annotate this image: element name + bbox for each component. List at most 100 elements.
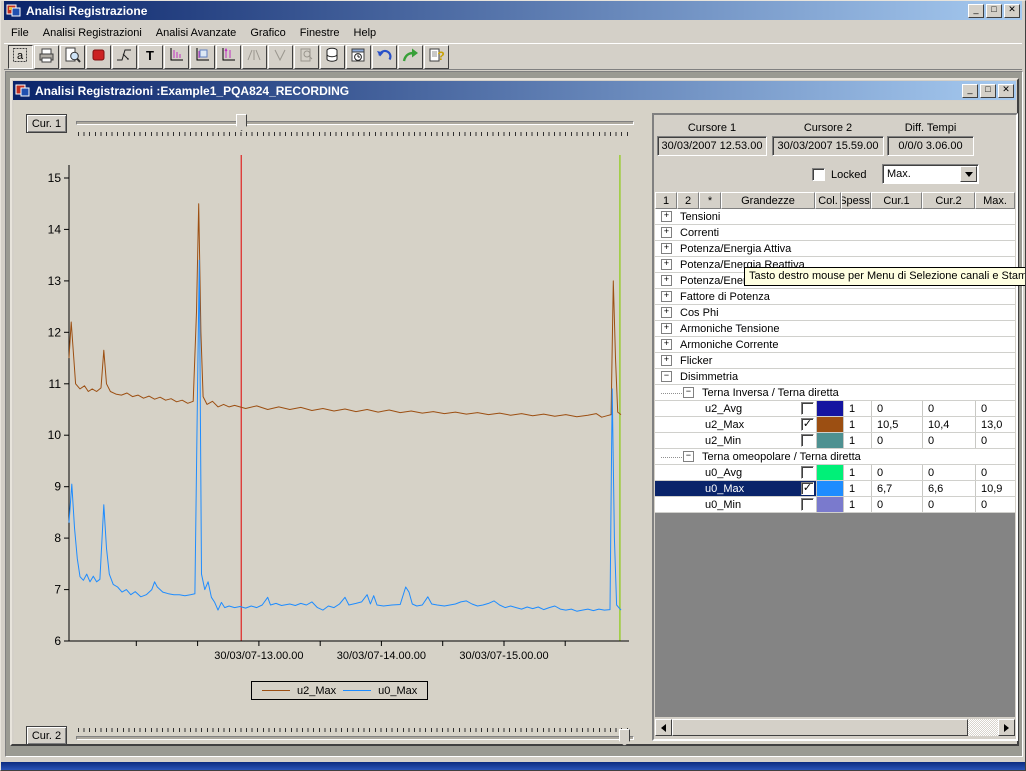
value-cell-max: 0 <box>975 497 1015 512</box>
print-button[interactable] <box>34 45 59 69</box>
table-row[interactable]: u0_Max✓16,76,610,9 <box>655 481 1015 497</box>
channel-checkbox[interactable]: ✓ <box>801 482 814 495</box>
color-swatch[interactable] <box>816 465 843 480</box>
minimize-button[interactable]: _ <box>968 4 984 18</box>
scrollbar-thumb[interactable] <box>672 719 968 736</box>
zoom-doc-button[interactable] <box>294 45 319 69</box>
table-row[interactable]: u0_Min1000 <box>655 497 1015 513</box>
expand-toggle[interactable]: − <box>683 451 694 462</box>
maximize-button[interactable]: □ <box>986 4 1002 18</box>
expand-toggle[interactable]: + <box>661 211 672 222</box>
grid-header-cell[interactable]: Max. <box>975 192 1015 209</box>
mode-dropdown[interactable]: Max. <box>882 164 979 184</box>
print-preview-button[interactable] <box>60 45 85 69</box>
table-row[interactable]: +Flicker <box>655 353 1015 369</box>
grid-header-cell[interactable]: 1 <box>655 192 677 209</box>
expand-toggle[interactable]: + <box>661 355 672 366</box>
expand-toggle[interactable]: + <box>661 275 672 286</box>
table-row[interactable]: +Potenza/Energia Attiva <box>655 241 1015 257</box>
record-stop-button[interactable] <box>86 45 111 69</box>
color-swatch[interactable] <box>816 417 843 432</box>
table-row[interactable]: +Correnti <box>655 225 1015 241</box>
child-maximize-button[interactable]: □ <box>980 84 996 98</box>
database-button[interactable] <box>320 45 345 69</box>
grid-header-cell[interactable]: 2 <box>677 192 699 209</box>
expand-toggle[interactable]: + <box>661 243 672 254</box>
expand-toggle[interactable]: − <box>683 387 694 398</box>
color-swatch[interactable] <box>816 433 843 448</box>
annotate-a-button[interactable]: a <box>8 45 33 69</box>
grid-hscrollbar[interactable] <box>655 719 1015 736</box>
dropdown-arrow-button[interactable] <box>960 166 977 182</box>
expand-toggle[interactable]: + <box>661 227 672 238</box>
expand-toggle[interactable]: + <box>661 307 672 318</box>
chart-plot[interactable]: 678910111213141530/03/07-13.00.0030/03/0… <box>34 155 644 667</box>
table-row[interactable]: +Tensioni <box>655 209 1015 225</box>
channel-checkbox[interactable] <box>801 402 814 415</box>
table-row[interactable]: +Cos Phi <box>655 305 1015 321</box>
scroll-right-button[interactable] <box>998 719 1015 736</box>
cursor1-track-groove[interactable] <box>76 121 634 125</box>
table-row[interactable]: −Terna Inversa / Terna diretta <box>655 385 1015 401</box>
color-swatch[interactable] <box>816 481 843 496</box>
valley-button[interactable] <box>268 45 293 69</box>
menu-item-grafico[interactable]: Grafico <box>243 25 292 41</box>
value-cell-cur2: 6,6 <box>922 481 975 496</box>
grid-header-cell[interactable]: * <box>699 192 721 209</box>
table-row[interactable]: −Disimmetria <box>655 369 1015 385</box>
help-doc-button[interactable]: ? <box>424 45 449 69</box>
cursor2-trackbar[interactable] <box>74 726 636 748</box>
channel-checkbox[interactable] <box>801 434 814 447</box>
grid-body: +Tensioni+Correnti+Potenza/Energia Attiv… <box>655 209 1015 513</box>
menu-item-analisi-registrazioni[interactable]: Analisi Registrazioni <box>36 25 149 41</box>
grid-header-cell[interactable]: Spess. <box>841 192 871 209</box>
axis-scale-3-button[interactable] <box>216 45 241 69</box>
scroll-left-button[interactable] <box>655 719 672 736</box>
table-row[interactable]: +Fattore di Potenza <box>655 289 1015 305</box>
table-row[interactable]: u2_Min1000 <box>655 433 1015 449</box>
cursor1-trackbar[interactable] <box>74 113 636 135</box>
channel-checkbox[interactable] <box>801 466 814 479</box>
axis-scale-1-button[interactable] <box>164 45 189 69</box>
axis-scale-2-button[interactable] <box>190 45 215 69</box>
time-window-button[interactable] <box>346 45 371 69</box>
cursor2-track-groove[interactable] <box>76 736 634 740</box>
menu-item-analisi-avanzate[interactable]: Analisi Avanzate <box>149 25 244 41</box>
grid-header-cell[interactable]: Cur.2 <box>922 192 975 209</box>
cursor2-slider-thumb[interactable] <box>619 729 630 746</box>
table-row[interactable]: u0_Avg1000 <box>655 465 1015 481</box>
expand-toggle[interactable]: + <box>661 323 672 334</box>
probe-tool-button[interactable] <box>112 45 137 69</box>
table-row[interactable]: +Armoniche Corrente <box>655 337 1015 353</box>
child-close-button[interactable]: ✕ <box>998 84 1014 98</box>
close-button[interactable]: ✕ <box>1004 4 1020 18</box>
color-swatch[interactable] <box>816 401 843 416</box>
channel-checkbox[interactable]: ✓ <box>801 418 814 431</box>
table-row[interactable]: u2_Max✓110,510,413,0 <box>655 417 1015 433</box>
child-minimize-button[interactable]: _ <box>962 84 978 98</box>
peaks-button[interactable] <box>242 45 267 69</box>
locked-checkbox[interactable] <box>812 168 825 181</box>
expand-toggle[interactable]: − <box>661 371 672 382</box>
scrollbar-track[interactable] <box>968 719 998 736</box>
menu-item-help[interactable]: Help <box>347 25 384 41</box>
cursor1-button[interactable]: Cur. 1 <box>26 114 67 133</box>
grid-header-cell[interactable]: Cur.1 <box>871 192 922 209</box>
cursor2-button[interactable]: Cur. 2 <box>26 726 67 745</box>
color-swatch[interactable] <box>816 497 843 512</box>
expand-toggle[interactable]: + <box>661 259 672 270</box>
text-tool-button[interactable]: T <box>138 45 163 69</box>
menu-item-finestre[interactable]: Finestre <box>293 25 347 41</box>
grid-header-cell[interactable]: Grandezze <box>721 192 815 209</box>
cursor1-slider-thumb[interactable] <box>236 114 247 131</box>
table-row[interactable]: +Armoniche Tensione <box>655 321 1015 337</box>
menu-item-file[interactable]: File <box>4 25 36 41</box>
undo-button[interactable] <box>372 45 397 69</box>
channel-checkbox[interactable] <box>801 498 814 511</box>
table-row[interactable]: u2_Avg1000 <box>655 401 1015 417</box>
table-row[interactable]: −Terna omeopolare / Terna diretta <box>655 449 1015 465</box>
redo-button[interactable] <box>398 45 423 69</box>
expand-toggle[interactable]: + <box>661 339 672 350</box>
expand-toggle[interactable]: + <box>661 291 672 302</box>
grid-header-cell[interactable]: Col. <box>815 192 841 209</box>
